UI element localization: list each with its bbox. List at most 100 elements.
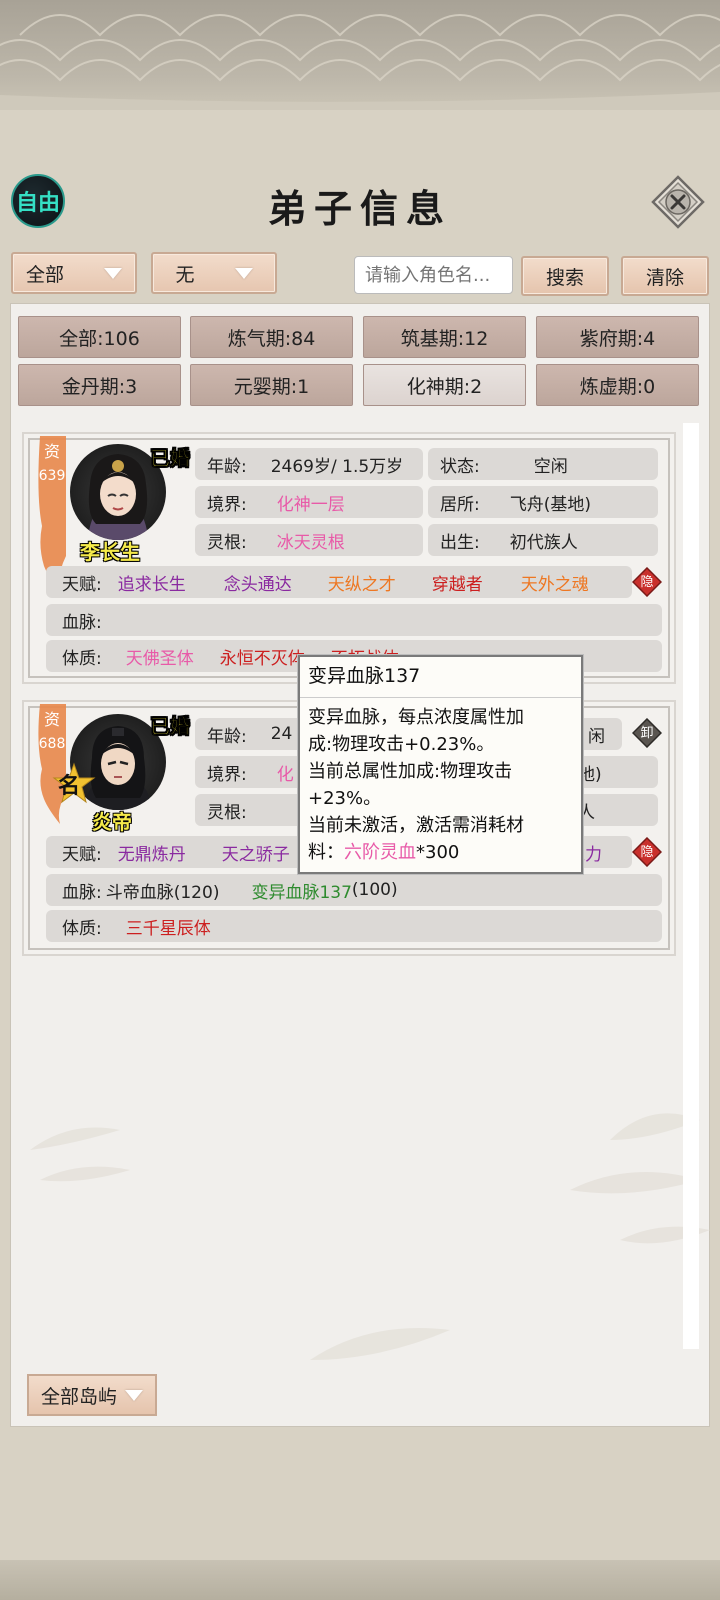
chevron-down-icon (104, 267, 122, 279)
close-icon (651, 175, 705, 229)
age-value: 2469岁/ 1.5万岁 (270, 456, 404, 477)
disciple-name: 李长生 (80, 540, 140, 564)
tooltip-body: 变异血脉，每点浓度属性加 成:物理攻击+0.23%。 当前总属性加成:物理攻击 … (308, 704, 575, 866)
talent-item[interactable]: 念头通达 (224, 570, 292, 595)
hide-button[interactable]: 隐 (631, 566, 663, 598)
page-title: 弟子信息 (267, 186, 452, 231)
age-value: 24 (270, 724, 293, 744)
constitution-label: 体质: (62, 918, 102, 939)
realm-label: 境界: (207, 764, 247, 785)
bloodline-item[interactable]: 斗帝血脉(120) (106, 878, 220, 903)
residence-value: 飞舟(基地) (509, 494, 591, 515)
secondary-filter-value: 无 (175, 263, 195, 286)
aptitude-label: 资 (43, 710, 60, 729)
realm-filter-value: 全部 (25, 263, 64, 286)
tooltip-divider (300, 697, 581, 698)
age-label: 年龄: (207, 456, 247, 477)
realm-value: 化 (276, 764, 294, 785)
hide-button[interactable]: 隐 (631, 836, 663, 868)
tooltip-line: 当前未激活，激活需消耗材 (308, 815, 524, 836)
aptitude-label: 资 (43, 442, 60, 461)
tooltip-material-item: 六阶灵血 (344, 842, 416, 863)
stat-tab-golden-core[interactable]: 金丹期:3 (18, 364, 181, 406)
close-button[interactable] (650, 174, 706, 230)
age-label: 年龄: (207, 726, 247, 747)
tooltip-line: +23%。 (308, 788, 382, 809)
constitution-item[interactable]: 天佛圣体 (126, 644, 194, 669)
talent-item[interactable]: 无鼎炼丹 (118, 840, 186, 865)
talent-item[interactable]: 穿越者 (432, 570, 483, 595)
birth-label: 出生: (440, 532, 480, 553)
stat-tab-foundation[interactable]: 筑基期:12 (363, 316, 526, 358)
unload-label: 卸 (640, 726, 654, 741)
search-button[interactable]: 搜索 (521, 256, 609, 296)
disciple-name: 炎帝 (92, 810, 132, 834)
clear-button[interactable]: 清除 (621, 256, 709, 296)
residence-label: 居所: (440, 494, 480, 515)
island-filter-value: 全部岛屿 (40, 1385, 117, 1408)
bottom-wave-decoration (0, 1560, 720, 1600)
status-value: 空闲 (533, 456, 568, 477)
realm-value: 化神一层 (276, 494, 345, 515)
root-value: 冰天灵根 (276, 532, 345, 553)
realm-filter-dropdown[interactable]: 全部 (11, 252, 137, 294)
spirit-root-field: 灵根: 冰天灵根 (195, 524, 423, 556)
constitution-label: 体质: (62, 648, 102, 669)
bloodline-item[interactable]: 变异血脉137 (251, 878, 351, 903)
tooltip-material-prefix: 料： (308, 842, 344, 863)
island-filter-dropdown[interactable]: 全部岛屿 (27, 1374, 157, 1416)
tooltip-line: 成:物理攻击+0.23%。 (308, 734, 495, 755)
talent-label: 天赋: (62, 574, 102, 595)
tooltip-title: 变异血脉137 (308, 665, 421, 687)
search-input[interactable] (354, 256, 513, 294)
chevron-down-icon (234, 267, 253, 279)
talent-label: 天赋: (62, 844, 102, 865)
bloodline-row: 血脉: (46, 604, 662, 636)
realm-field: 境界: 化神一层 (195, 486, 423, 518)
aptitude-value: 688 (38, 736, 66, 752)
chevron-down-icon (125, 1389, 143, 1401)
talent-row: 天赋: 追求长生 念头通达 天纵之才 穿越者 天外之魂 (46, 566, 632, 598)
status-field: 状态: 空闲 (428, 448, 658, 480)
tooltip-line: 变异血脉，每点浓度属性加 (308, 707, 524, 728)
stat-tab-qi[interactable]: 炼气期:84 (190, 316, 353, 358)
top-wave-decoration (0, 0, 720, 110)
root-label: 灵根: (207, 802, 247, 823)
talent-item[interactable]: 天外之魂 (521, 570, 589, 595)
bloodline-row: 血脉: 斗帝血脉(120) 变异血脉137 (100) (46, 874, 662, 906)
status-value: 闲 (588, 726, 605, 747)
residence-field: 居所: 飞舟(基地) (428, 486, 658, 518)
constitution-row: 体质: 三千星辰体 (46, 910, 662, 942)
aptitude-value: 639 (38, 468, 66, 484)
birth-value: 初代族人 (509, 532, 578, 553)
talent-item[interactable]: 天之骄子 (222, 840, 290, 865)
hide-label: 隐 (640, 575, 654, 590)
root-label: 灵根: (207, 532, 247, 553)
stat-tab-spirit[interactable]: 化神期:2 (363, 364, 526, 406)
secondary-filter-dropdown[interactable]: 无 (151, 252, 277, 294)
tooltip-line: 料：六阶灵血*300 (308, 839, 575, 866)
stat-tab-void[interactable]: 炼虚期:0 (536, 364, 699, 406)
married-badge: 已婚 (150, 714, 191, 739)
bloodline-label: 血脉: (62, 612, 102, 633)
tooltip-line: 当前总属性加成:物理攻击 (308, 761, 513, 782)
stat-tab-nascent-soul[interactable]: 元婴期:1 (190, 364, 353, 406)
stat-tab-all[interactable]: 全部:106 (18, 316, 181, 358)
hide-label: 隐 (640, 845, 654, 860)
constitution-item[interactable]: 永恒不灭体 (220, 644, 305, 669)
bloodline-label: 血脉: (62, 882, 102, 903)
tooltip-material-qty: *300 (416, 842, 460, 863)
birth-field: 出生: 初代族人 (428, 524, 658, 556)
age-field: 年龄: 2469岁/ 1.5万岁 (195, 448, 423, 480)
married-badge: 已婚 (150, 446, 191, 471)
status-label: 状态: (440, 456, 480, 477)
constitution-item[interactable]: 三千星辰体 (126, 914, 211, 939)
unload-button[interactable]: 卸 (631, 717, 663, 749)
list-scrollbar[interactable] (683, 423, 699, 1349)
bloodline-concentration: (100) (351, 880, 398, 900)
talent-item[interactable]: 天纵之才 (328, 570, 396, 595)
bloodline-tooltip: 变异血脉137 变异血脉，每点浓度属性加 成:物理攻击+0.23%。 当前总属性… (298, 655, 583, 874)
stat-tab-zifu[interactable]: 紫府期:4 (536, 316, 699, 358)
realm-label: 境界: (207, 494, 247, 515)
talent-item[interactable]: 追求长生 (118, 570, 186, 595)
